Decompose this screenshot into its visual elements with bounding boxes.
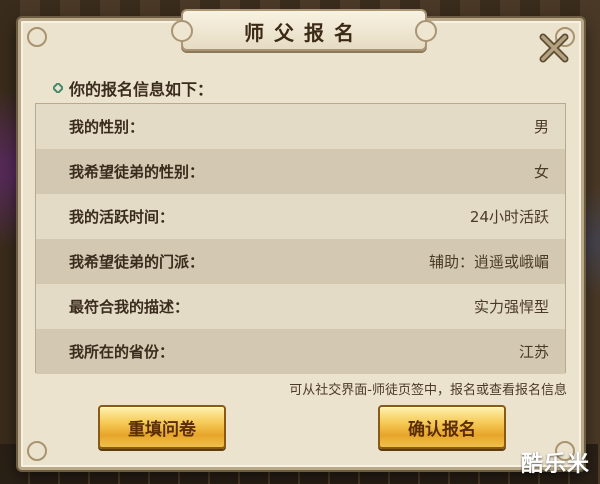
- master-registration-dialog: 师父报名 你的报名信息如下： 我的性别： 男 我希望徒弟的性别： 女 我的活跃时…: [18, 9, 584, 470]
- info-row-apprentice-gender: 我希望徒弟的性别： 女: [36, 149, 565, 194]
- info-row-province: 我所在的省份： 江苏: [36, 329, 565, 374]
- corner-ornament: [27, 27, 47, 47]
- row-value: 女: [533, 163, 549, 181]
- info-table: 我的性别： 男 我希望徒弟的性别： 女 我的活跃时间： 24小时活跃 我希望徒弟…: [35, 103, 566, 374]
- row-value: 辅助：逍遥或峨嵋: [428, 253, 549, 271]
- confirm-registration-button[interactable]: 确认报名: [378, 405, 506, 449]
- corner-ornament: [27, 441, 47, 461]
- info-heading: 你的报名信息如下：: [53, 76, 213, 100]
- row-label: 最符合我的描述：: [69, 298, 190, 316]
- row-label: 我所在的省份：: [69, 343, 175, 361]
- diamond-bullet-icon: [53, 83, 63, 93]
- close-icon: [539, 33, 569, 63]
- row-label: 我的性别：: [69, 118, 145, 136]
- dialog-title: 师父报名: [244, 21, 364, 45]
- info-row-apprentice-sect: 我希望徒弟的门派： 辅助：逍遥或峨嵋: [36, 239, 565, 284]
- info-row-active-time: 我的活跃时间： 24小时活跃: [36, 194, 565, 239]
- row-label: 我希望徒弟的门派：: [69, 253, 205, 271]
- row-label: 我的活跃时间：: [69, 208, 175, 226]
- row-label: 我希望徒弟的性别：: [69, 163, 205, 181]
- info-heading-text: 你的报名信息如下：: [69, 80, 214, 99]
- row-value: 江苏: [518, 343, 549, 361]
- close-button[interactable]: [537, 31, 571, 65]
- watermark-logo: 酷乐米: [520, 452, 590, 477]
- title-plaque: 师父报名: [171, 9, 437, 51]
- info-row-gender: 我的性别： 男: [36, 104, 565, 149]
- hint-text: 可从社交界面-师徒页签中，报名或查看报名信息: [289, 383, 567, 398]
- row-value: 男: [533, 118, 549, 136]
- info-row-description: 最符合我的描述： 实力强悍型: [36, 284, 565, 329]
- refill-questionnaire-button[interactable]: 重填问卷: [98, 405, 226, 449]
- row-value: 24小时活跃: [469, 208, 549, 226]
- row-value: 实力强悍型: [473, 298, 549, 316]
